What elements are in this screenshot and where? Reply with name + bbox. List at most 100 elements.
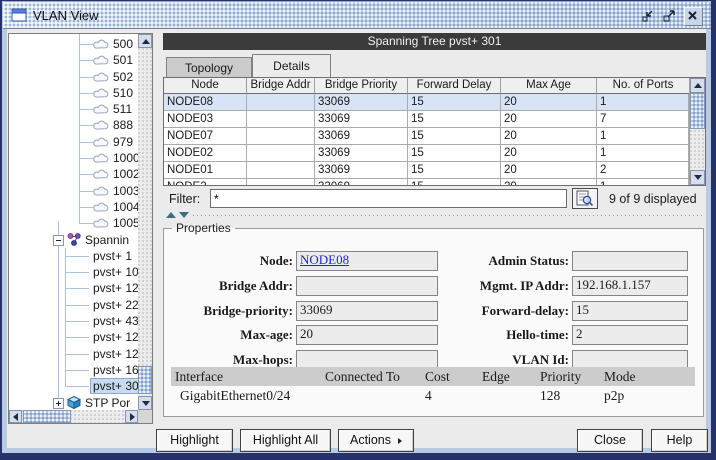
table-cell[interactable] (247, 162, 315, 179)
table-cell[interactable]: 20 (501, 94, 597, 111)
table-cell[interactable] (247, 179, 315, 186)
table-vertical-scrollbar[interactable] (689, 78, 705, 185)
tree-item-vlan[interactable]: 1003 (9, 183, 138, 199)
table-cell[interactable]: 33069 (315, 179, 408, 186)
bridge-priority-field[interactable]: 33069 (296, 301, 438, 321)
tree-item-vlan[interactable]: 1005 (9, 215, 138, 231)
table-cell[interactable] (247, 128, 315, 145)
table-cell[interactable] (247, 111, 315, 128)
collapse-up-icon[interactable] (166, 212, 176, 218)
tree-item-vlan[interactable]: 510 (9, 85, 138, 101)
table-cell[interactable]: 2 (597, 162, 689, 179)
table-cell[interactable]: 15 (408, 179, 501, 186)
table-cell[interactable]: 15 (408, 162, 501, 179)
table-cell[interactable]: GigabitEthernet0/24 (171, 386, 321, 405)
plus-expander-icon[interactable] (53, 398, 64, 409)
scrollbar-thumb[interactable] (23, 410, 71, 423)
table-cell[interactable]: 15 (408, 128, 501, 145)
if-column-cost[interactable]: Cost (421, 367, 478, 386)
max-age-field[interactable]: 20 (296, 325, 438, 345)
table-cell[interactable]: 15 (408, 94, 501, 111)
if-column-connected-to[interactable]: Connected To (321, 367, 421, 386)
table-cell[interactable]: 20 (501, 128, 597, 145)
actions-button[interactable]: Actions (338, 429, 414, 452)
highlight-all-button[interactable]: Highlight All (240, 429, 331, 452)
tab-details[interactable]: Details (252, 54, 331, 77)
node-link[interactable]: NODE08 (300, 252, 349, 267)
table-cell[interactable]: 1 (597, 145, 689, 162)
tree-item-pvst[interactable]: pvst+ 10 (9, 264, 138, 280)
table-cell[interactable] (247, 94, 315, 111)
tree-item-vlan[interactable]: 502 (9, 69, 138, 85)
table-cell[interactable] (247, 145, 315, 162)
tree-item-pvst[interactable]: pvst+ 12 (9, 329, 138, 345)
help-button[interactable]: Help (651, 429, 708, 452)
if-column-interface[interactable]: Interface (171, 367, 321, 386)
column-header-node[interactable]: Node (164, 78, 247, 94)
table-cell[interactable]: 15 (408, 111, 501, 128)
column-header-bridge-priority[interactable]: Bridge Priority (315, 78, 408, 94)
column-header-max-age[interactable]: Max Age (501, 78, 597, 94)
scrollbar-thumb[interactable] (690, 93, 705, 129)
tree-horizontal-scrollbar[interactable] (9, 410, 138, 423)
close-button[interactable]: Close (577, 429, 643, 452)
minus-expander-icon[interactable] (53, 235, 64, 246)
table-cell[interactable]: 1 (597, 179, 689, 186)
hello-time-field[interactable]: 2 (572, 325, 688, 345)
scroll-up-icon[interactable] (690, 78, 705, 93)
forward-delay-field[interactable]: 15 (572, 301, 688, 321)
tree-item-pvst[interactable]: pvst+ 1 (9, 248, 138, 264)
table-cell[interactable]: NODE08 (164, 94, 247, 111)
mgmt-ip-field[interactable]: 192.168.1.157 (572, 276, 688, 296)
tree-item-pvst-selected[interactable]: pvst+ 30 (9, 378, 138, 394)
table-cell[interactable]: 15 (408, 145, 501, 162)
tree-item-pvst[interactable]: pvst+ 22 (9, 297, 138, 313)
tree-item-pvst[interactable]: pvst+ 43 (9, 313, 138, 329)
tree-item-pvst[interactable]: pvst+ 12 (9, 346, 138, 362)
interface-row[interactable]: GigabitEthernet0/24 4 128 p2p (171, 386, 695, 405)
tree-item-vlan[interactable]: 501 (9, 52, 138, 68)
tree-item-spanning-tree[interactable]: Spannin (9, 232, 138, 248)
table-cell[interactable]: 128 (536, 386, 600, 405)
scroll-left-icon[interactable] (9, 410, 22, 423)
collapse-down-icon[interactable] (179, 212, 189, 218)
search-icon[interactable] (572, 188, 598, 209)
tree-item-pvst[interactable]: pvst+ 12 (9, 280, 138, 296)
tab-topology[interactable]: Topology (166, 57, 252, 77)
minimize-icon[interactable] (640, 7, 657, 24)
tree-item-vlan[interactable]: 1004 (9, 199, 138, 215)
table-cell[interactable]: 33069 (315, 145, 408, 162)
table-cell[interactable]: NODE03 (164, 111, 247, 128)
table-cell[interactable]: 33069 (315, 162, 408, 179)
table-cell[interactable]: 1 (597, 94, 689, 111)
tree-item-vlan[interactable]: 1002 (9, 166, 138, 182)
if-column-priority[interactable]: Priority (536, 367, 600, 386)
table-cell[interactable]: 4 (421, 386, 478, 405)
node-field[interactable]: NODE08 (296, 251, 438, 271)
bridge-addr-field[interactable] (296, 276, 438, 296)
scroll-up-icon[interactable] (138, 34, 152, 48)
scrollbar-track[interactable] (138, 48, 152, 396)
tree-item-vlan[interactable]: 1000 (9, 150, 138, 166)
filter-input[interactable] (210, 189, 567, 208)
table-cell[interactable]: 1 (597, 128, 689, 145)
table-cell[interactable]: NODE2 (164, 179, 247, 186)
table-cell[interactable]: NODE02 (164, 145, 247, 162)
highlight-button[interactable]: Highlight (156, 429, 233, 452)
tree-vertical-scrollbar[interactable] (138, 34, 152, 410)
column-header-no-of-ports[interactable]: No. of Ports (597, 78, 689, 94)
table-cell[interactable]: 33069 (315, 94, 408, 111)
table-cell[interactable]: NODE07 (164, 128, 247, 145)
table-cell[interactable] (321, 386, 421, 405)
table-cell[interactable] (478, 386, 536, 405)
table-cell[interactable]: NODE01 (164, 162, 247, 179)
tree-item-vlan[interactable]: 511 (9, 101, 138, 117)
tree-item-vlan[interactable]: 500 (9, 36, 138, 52)
split-divider[interactable] (163, 211, 706, 219)
table-cell[interactable]: 7 (597, 111, 689, 128)
table-cell[interactable]: p2p (600, 386, 695, 405)
scroll-down-icon[interactable] (138, 396, 152, 410)
table-cell[interactable]: 33069 (315, 128, 408, 145)
scroll-right-icon[interactable] (125, 410, 138, 423)
if-column-mode[interactable]: Mode (600, 367, 695, 386)
